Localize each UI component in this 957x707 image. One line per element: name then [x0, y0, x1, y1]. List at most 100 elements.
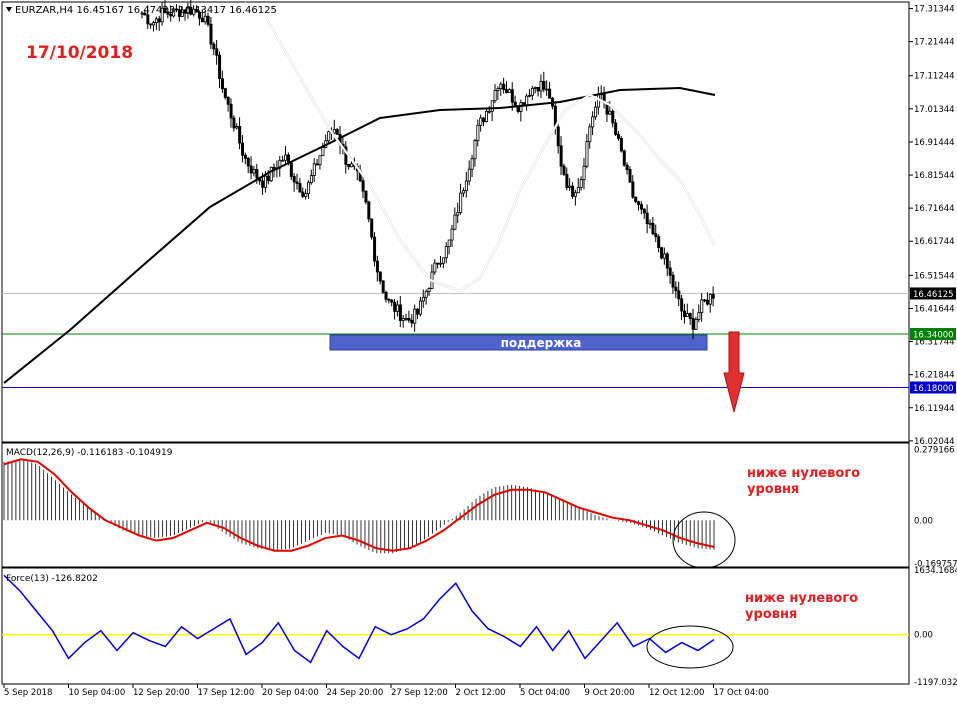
candle-bear — [295, 181, 299, 184]
candle-bull — [585, 141, 589, 167]
price-tick-label: 16.61744 — [914, 237, 955, 247]
candle-bull — [154, 18, 158, 23]
candle-bull — [533, 86, 537, 89]
candle-bull — [539, 80, 543, 92]
candle-bull — [459, 192, 463, 213]
candle-bear — [243, 154, 247, 159]
candle-bear — [157, 18, 161, 23]
candle-bull — [332, 129, 336, 134]
price-tick-label: 16.71644 — [914, 204, 955, 214]
time-tick-label: 5 Oct 04:00 — [520, 688, 570, 698]
candle-bull — [685, 313, 689, 317]
candle-bull — [453, 214, 457, 230]
candle-bear — [614, 122, 618, 135]
candle-bear — [677, 290, 681, 300]
candle-bull — [470, 158, 474, 170]
time-tick-label: 10 Sep 04:00 — [69, 688, 126, 698]
candle-bear — [246, 157, 250, 167]
candle-bull — [433, 262, 437, 273]
candle-bear — [232, 117, 236, 129]
candle-bear — [200, 17, 204, 23]
annotation-line: ниже нулевого — [747, 466, 860, 481]
candle-bull — [464, 180, 468, 192]
candle-bear — [241, 142, 245, 156]
candle-bear — [410, 319, 414, 324]
current-price-tag-label: 16.46125 — [913, 290, 954, 300]
price-tick-label: 16.51544 — [914, 271, 955, 281]
candle-bear — [298, 183, 302, 193]
candle-bull — [284, 154, 288, 161]
target-level-tag-label: 16.18000 — [913, 384, 954, 394]
candle-bull — [573, 192, 577, 197]
candle-bull — [490, 100, 494, 112]
price-tick-label: 17.21444 — [914, 38, 955, 48]
candle-bear — [510, 89, 514, 103]
candle-bear — [335, 129, 339, 135]
candle-bull — [462, 190, 466, 194]
candle-bear — [654, 233, 658, 238]
candle-bull — [576, 187, 580, 194]
price-tick-label: 17.31344 — [914, 5, 955, 15]
candle-bear — [370, 218, 374, 238]
candle-bull — [545, 88, 549, 91]
time-tick-label: 5 Sep 2018 — [4, 688, 52, 698]
force-tick-label: 1634.1684 — [914, 566, 957, 576]
candle-bear — [611, 110, 615, 124]
candle-bull — [662, 253, 666, 259]
time-tick-label: 12 Oct 12:00 — [649, 688, 704, 698]
candle-bull — [588, 126, 592, 143]
candle-bear — [347, 163, 351, 168]
candle-bear — [436, 262, 440, 265]
time-tick-label: 24 Sep 20:00 — [327, 688, 384, 698]
candle-bull — [450, 228, 454, 241]
candle-bear — [651, 222, 655, 235]
candle-bear — [315, 163, 319, 166]
candle-bear — [238, 126, 242, 144]
candle-bear — [226, 97, 230, 105]
candle-bear — [705, 299, 709, 305]
candle-bull — [152, 22, 156, 26]
candle-bear — [301, 191, 305, 197]
candle-bull — [499, 83, 503, 89]
candle-bull — [519, 102, 523, 112]
candle-bear — [637, 201, 641, 205]
candle-bull — [439, 262, 443, 265]
candle-bear — [617, 134, 621, 139]
candle-bull — [441, 257, 445, 264]
candle-bear — [367, 201, 371, 220]
candle-bear — [565, 173, 569, 188]
candle-bull — [427, 288, 431, 292]
annotation-line: уровня — [747, 482, 799, 497]
candle-bull — [269, 166, 273, 182]
candle-bull — [708, 293, 712, 305]
candle-bull — [327, 131, 331, 142]
candle-bull — [694, 319, 698, 330]
macd-tick-label: 0.00 — [914, 516, 933, 526]
candle-bull — [413, 308, 417, 324]
candle-bear — [289, 162, 293, 177]
candle-bull — [424, 290, 428, 298]
macd-label: MACD(12,26,9) -0.116183 -0.104919 — [6, 448, 173, 458]
candle-bear — [657, 236, 661, 249]
candle-bear — [625, 164, 629, 170]
time-tick-label: 20 Sep 04:00 — [262, 688, 319, 698]
support-level-tag-label: 16.34000 — [913, 331, 954, 341]
candle-bull — [281, 159, 285, 162]
candle-bull — [396, 304, 400, 312]
candle-bull — [591, 116, 595, 128]
candle-bear — [384, 291, 388, 300]
instrument-info: EURZAR,H4 16.45167 16.47423 16.43417 16.… — [15, 5, 277, 16]
candle-bull — [507, 89, 511, 93]
candle-bull — [307, 182, 311, 195]
candle-bull — [473, 140, 477, 160]
candle-bear — [387, 298, 391, 301]
annotation-line: уровня — [745, 607, 797, 622]
trading-chart: 17.31344 17.21444 17.11244 17.01344 16.91444… — [0, 0, 957, 703]
candle-bear — [381, 280, 385, 293]
candle-bear — [416, 308, 420, 315]
candle-bear — [292, 176, 296, 183]
price-tick-label: 16.91444 — [914, 138, 955, 148]
candle-bear — [375, 260, 379, 273]
candle-bull — [264, 175, 268, 188]
candle-bull — [312, 163, 316, 176]
